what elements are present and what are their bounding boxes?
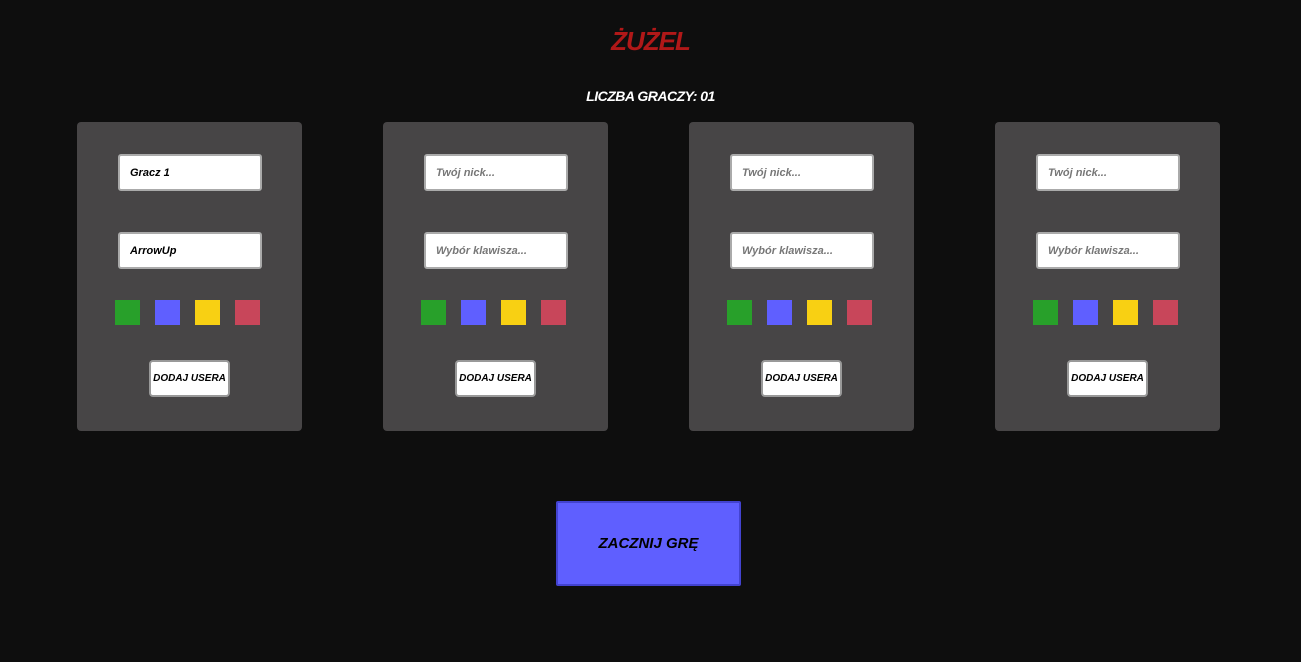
color-swatch-green[interactable] xyxy=(727,300,752,325)
key-input[interactable] xyxy=(730,232,874,269)
nick-input[interactable] xyxy=(730,154,874,191)
color-swatch-yellow[interactable] xyxy=(195,300,220,325)
start-game-button[interactable]: Zacznij grę xyxy=(556,501,741,586)
color-swatch-yellow[interactable] xyxy=(1113,300,1138,325)
add-user-button[interactable]: Dodaj usera xyxy=(149,360,230,397)
game-title: Żużel xyxy=(611,26,691,56)
color-swatch-blue[interactable] xyxy=(767,300,792,325)
nick-input[interactable] xyxy=(1036,154,1180,191)
color-swatch-blue[interactable] xyxy=(155,300,180,325)
add-user-button[interactable]: Dodaj usera xyxy=(1067,360,1148,397)
color-swatch-blue[interactable] xyxy=(461,300,486,325)
add-user-button[interactable]: Dodaj usera xyxy=(761,360,842,397)
color-swatch-yellow[interactable] xyxy=(807,300,832,325)
nick-input[interactable] xyxy=(118,154,262,191)
color-swatch-red[interactable] xyxy=(541,300,566,325)
player-card: Dodaj usera xyxy=(689,122,914,431)
color-swatch-green[interactable] xyxy=(1033,300,1058,325)
key-input[interactable] xyxy=(1036,232,1180,269)
player-count: Liczba graczy: 01 xyxy=(586,88,715,104)
color-swatch-yellow[interactable] xyxy=(501,300,526,325)
key-input[interactable] xyxy=(424,232,568,269)
color-swatch-red[interactable] xyxy=(235,300,260,325)
nick-input[interactable] xyxy=(424,154,568,191)
color-swatch-green[interactable] xyxy=(421,300,446,325)
add-user-button[interactable]: Dodaj usera xyxy=(455,360,536,397)
color-swatch-red[interactable] xyxy=(847,300,872,325)
color-swatch-blue[interactable] xyxy=(1073,300,1098,325)
color-swatch-red[interactable] xyxy=(1153,300,1178,325)
player-card: Dodaj usera xyxy=(77,122,302,431)
color-swatch-green[interactable] xyxy=(115,300,140,325)
player-card: Dodaj usera xyxy=(383,122,608,431)
key-input[interactable] xyxy=(118,232,262,269)
player-card: Dodaj usera xyxy=(995,122,1220,431)
